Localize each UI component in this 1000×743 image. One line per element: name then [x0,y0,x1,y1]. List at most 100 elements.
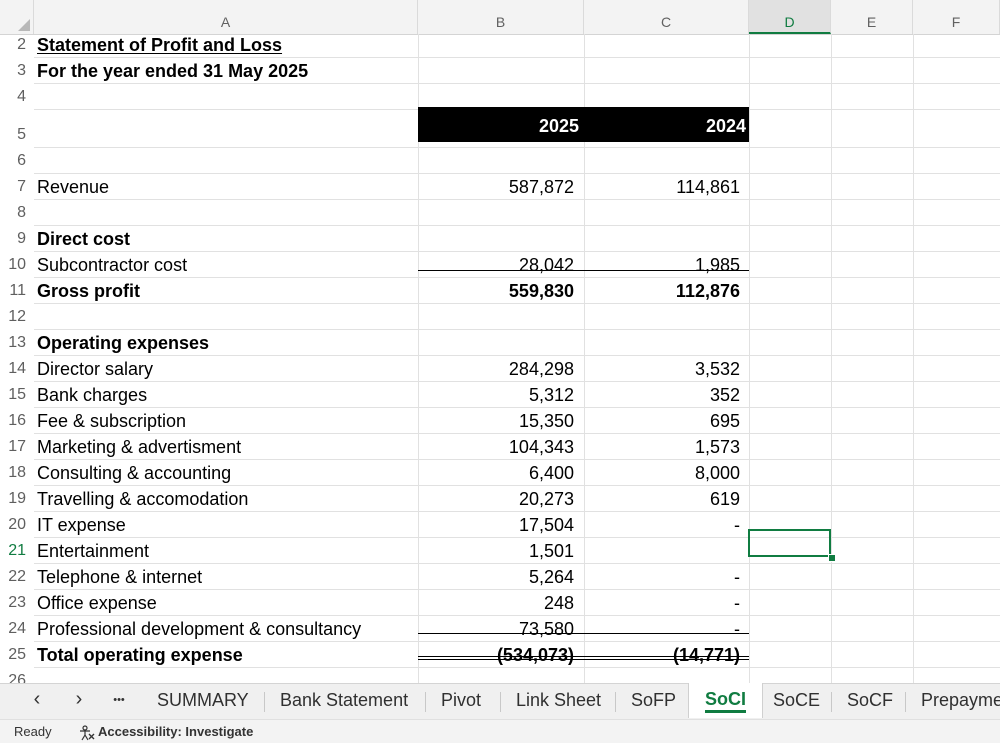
value-2024-cell[interactable]: 352 [584,381,749,407]
column-header-c[interactable]: C [584,0,749,34]
row-header[interactable]: 25 [0,641,34,667]
sheet-tab-pivot[interactable]: Pivot [425,684,497,718]
value-2024-cell[interactable]: - [584,563,749,589]
row-header[interactable]: 17 [0,433,34,459]
row-label-cell[interactable]: Professional development & consultancy [37,615,361,641]
tab-scroll-next-button[interactable]: › [66,684,92,718]
value-2024-cell[interactable]: 112,876 [584,277,749,303]
column-header-d[interactable]: D [749,0,831,34]
row-header[interactable]: 22 [0,563,34,589]
row-header[interactable]: 3 [0,57,34,83]
value-2025-cell[interactable]: (534,073) [418,641,584,667]
value-2024-cell[interactable]: 1,573 [584,433,749,459]
select-all-corner[interactable] [0,0,34,34]
tab-more-button[interactable]: ••• [106,684,132,718]
row-label-cell[interactable]: Statement of Profit and Loss [37,31,282,57]
row-label-cell[interactable]: Entertainment [37,537,149,563]
row-label-cell[interactable]: Revenue [37,173,109,199]
value-2025-cell[interactable]: 559,830 [418,277,584,303]
row-label-cell[interactable]: Director salary [37,355,153,381]
row-header[interactable]: 16 [0,407,34,433]
sheet-tab-prepayme[interactable]: Prepayme [905,684,1000,718]
row-label-cell[interactable]: For the year ended 31 May 2025 [37,57,308,83]
row-label-cell[interactable]: Telephone & internet [37,563,202,589]
row-label-cell[interactable]: IT expense [37,511,126,537]
value-2024-cell[interactable]: (14,771) [584,641,749,667]
tab-scroll-prev-button[interactable]: ‹ [24,684,50,718]
value-2025-cell[interactable]: 1,501 [418,537,584,563]
value-2024-cell[interactable]: 8,000 [584,459,749,485]
row-header[interactable]: 10 [0,251,34,277]
row-header[interactable]: 13 [0,329,34,355]
value-2024-cell[interactable]: - [584,589,749,615]
value-2025-cell[interactable]: 284,298 [418,355,584,381]
row-header[interactable]: 19 [0,485,34,511]
row-header[interactable]: 11 [0,277,34,303]
sheet-tab-soci[interactable]: SoCI [688,683,764,718]
value-2024-cell[interactable]: 1,985 [584,251,749,277]
value-2025-cell[interactable]: 17,504 [418,511,584,537]
row-label-cell[interactable]: Marketing & advertisment [37,433,241,459]
row-header[interactable]: 21 [0,537,34,563]
row-header[interactable]: 15 [0,381,34,407]
row-header[interactable]: 14 [0,355,34,381]
value-2025-cell[interactable]: 248 [418,589,584,615]
column-header-b[interactable]: B [418,0,584,34]
column-header-e[interactable]: E [831,0,913,34]
row-label-cell[interactable]: Direct cost [37,225,130,251]
value-2024-cell[interactable]: - [584,511,749,537]
value-2025-cell[interactable]: 5,264 [418,563,584,589]
accessibility-status[interactable]: Accessibility: Investigate [78,722,253,742]
sheet-tab-link-sheet[interactable]: Link Sheet [500,684,617,718]
row-label-cell[interactable]: Consulting & accounting [37,459,231,485]
value-2025-cell[interactable]: 6,400 [418,459,584,485]
fill-handle[interactable] [828,554,836,562]
value-2024-cell[interactable]: 619 [584,485,749,511]
row-label-cell[interactable]: Gross profit [37,277,140,303]
sheet-tab-sofp[interactable]: SoFP [615,684,692,718]
value-2025-cell[interactable]: 28,042 [418,251,584,277]
sheet-tab-summary[interactable]: SUMMARY [141,684,265,718]
row-header[interactable]: 12 [0,303,34,329]
sheet-tab-bank-statement[interactable]: Bank Statement [264,684,424,718]
row-label-cell[interactable]: Office expense [37,589,157,615]
row-header[interactable]: 23 [0,589,34,615]
row-header[interactable]: 24 [0,615,34,641]
row-header[interactable]: 9 [0,225,34,251]
row-header[interactable]: 4 [0,83,34,109]
value-2025-cell[interactable]: 5,312 [418,381,584,407]
sheet-tab-label: Link Sheet [516,690,602,710]
value-2025-cell[interactable]: 73,580 [418,615,584,641]
active-cell-selection[interactable] [748,529,831,557]
column-header-a[interactable]: A [34,0,418,34]
value-2024-cell[interactable]: 3,532 [584,355,749,381]
row-label-cell[interactable]: Travelling & accomodation [37,485,248,511]
value-2024-cell[interactable]: 695 [584,407,749,433]
row-label-cell[interactable]: Bank charges [37,381,147,407]
row-header[interactable]: 26 [0,667,34,683]
row-label-cell[interactable]: Total operating expense [37,641,243,667]
column-header-f[interactable]: F [913,0,1000,34]
subtotal-rule [418,270,749,271]
row-label-cell[interactable]: Operating expenses [37,329,209,355]
value-2025-cell[interactable]: 15,350 [418,407,584,433]
value-2024-cell[interactable]: - [584,615,749,641]
spreadsheet-grid[interactable]: ABCDEF 2 Statement of Profit and Loss 3 For… [0,0,1000,683]
row-header[interactable]: 5 [0,121,34,147]
row-header[interactable]: 2 [0,31,34,57]
year-header-band[interactable]: 2025 2024 [418,107,749,142]
value-2025-cell[interactable]: 20,273 [418,485,584,511]
sheet-tab-soce[interactable]: SoCE [757,684,836,718]
row-header[interactable]: 7 [0,173,34,199]
row-label-cell[interactable]: Fee & subscription [37,407,186,433]
value-2025-cell[interactable]: 104,343 [418,433,584,459]
row-label-cell[interactable]: Subcontractor cost [37,251,187,277]
row-header[interactable]: 6 [0,147,34,173]
value-2025-cell[interactable]: 587,872 [418,173,584,199]
value-2024-cell[interactable]: 114,861 [584,173,749,199]
grid-column-line [749,34,750,683]
row-header[interactable]: 8 [0,199,34,225]
sheet-tab-socf[interactable]: SoCF [831,684,909,718]
row-header[interactable]: 18 [0,459,34,485]
row-header[interactable]: 20 [0,511,34,537]
